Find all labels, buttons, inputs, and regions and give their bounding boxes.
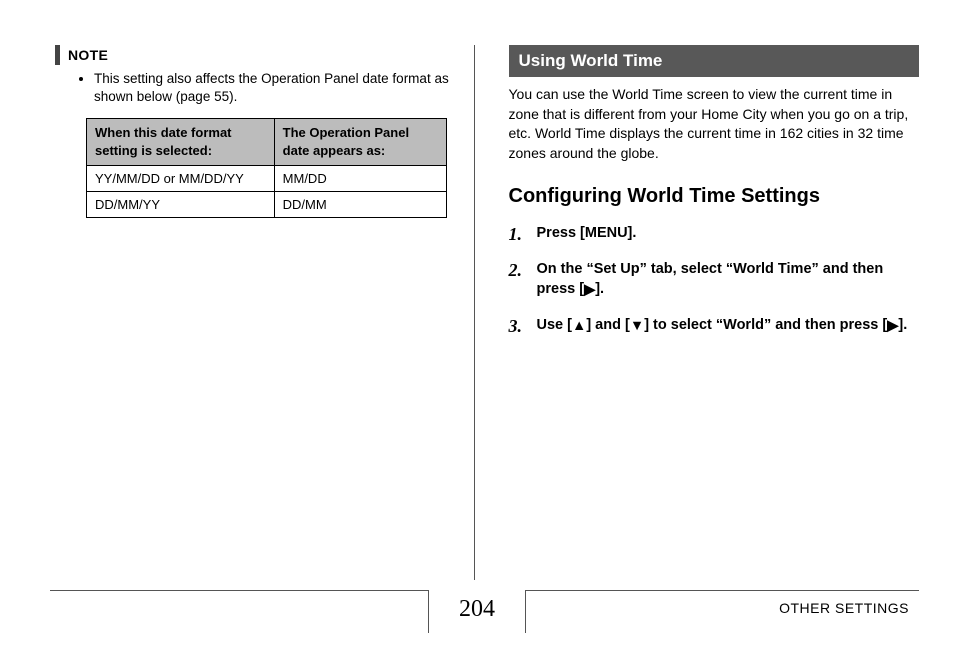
footer-section-label: OTHER SETTINGS bbox=[779, 600, 909, 616]
down-triangle-icon: ▼ bbox=[630, 317, 644, 337]
right-triangle-icon: ▶ bbox=[887, 317, 898, 337]
steps-list: Press [MENU]. On the “Set Up” tab, selec… bbox=[509, 224, 920, 336]
step-item: On the “Set Up” tab, select “World Time”… bbox=[509, 260, 920, 300]
step-text: ] to select “World” and then press [ bbox=[644, 317, 887, 333]
date-format-table: When this date format setting is selecte… bbox=[86, 118, 447, 217]
table-cell: DD/MM/YY bbox=[87, 191, 275, 217]
intro-paragraph: You can use the World Time screen to vie… bbox=[509, 85, 920, 163]
table-row: YY/MM/DD or MM/DD/YY MM/DD bbox=[87, 165, 447, 191]
page-number: 204 bbox=[428, 590, 526, 633]
section-title-bar: Using World Time bbox=[509, 45, 920, 77]
right-column: Using World Time You can use the World T… bbox=[503, 45, 920, 580]
step-text: ]. bbox=[898, 317, 907, 333]
step-item: Press [MENU]. bbox=[509, 224, 920, 244]
table-cell: MM/DD bbox=[274, 165, 447, 191]
right-triangle-icon: ▶ bbox=[584, 281, 595, 301]
step-text: Press [MENU]. bbox=[537, 225, 637, 241]
note-label: NOTE bbox=[68, 47, 108, 63]
table-header-2: The Operation Panel date appears as: bbox=[274, 119, 447, 165]
table-cell: DD/MM bbox=[274, 191, 447, 217]
note-bullet-list: This setting also affects the Operation … bbox=[60, 70, 471, 106]
up-triangle-icon: ▲ bbox=[572, 317, 586, 337]
table-row: DD/MM/YY DD/MM bbox=[87, 191, 447, 217]
step-item: Use [▲] and [▼] to select “World” and th… bbox=[509, 316, 920, 337]
table-cell: YY/MM/DD or MM/DD/YY bbox=[87, 165, 275, 191]
note-accent-bar bbox=[55, 45, 60, 65]
step-text: ] and [ bbox=[586, 317, 630, 333]
subsection-heading: Configuring World Time Settings bbox=[509, 185, 920, 208]
note-heading: NOTE bbox=[55, 45, 471, 65]
two-column-layout: NOTE This setting also affects the Opera… bbox=[60, 45, 919, 580]
step-text: ]. bbox=[595, 281, 604, 297]
note-bullet-item: This setting also affects the Operation … bbox=[94, 70, 471, 106]
manual-page: NOTE This setting also affects the Opera… bbox=[0, 0, 954, 646]
step-text: Use [ bbox=[537, 317, 572, 333]
table-header-1: When this date format setting is selecte… bbox=[87, 119, 275, 165]
left-column: NOTE This setting also affects the Opera… bbox=[60, 45, 477, 580]
